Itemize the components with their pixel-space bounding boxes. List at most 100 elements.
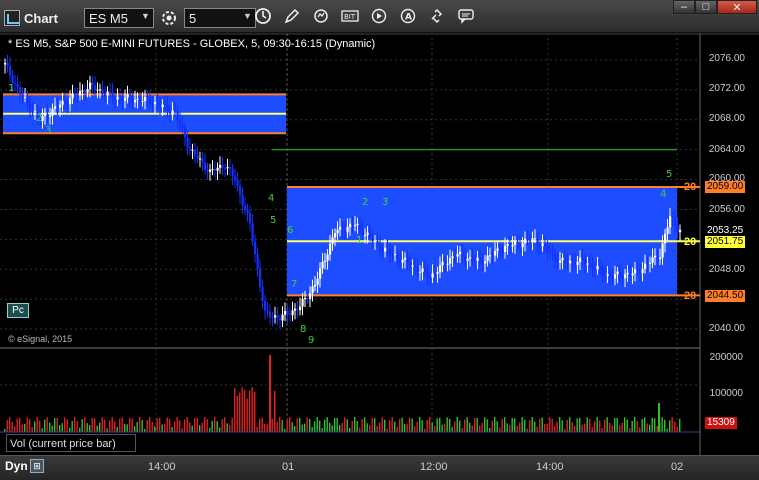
candle-body: [89, 82, 92, 90]
volume-bar: [224, 417, 226, 432]
candle-body: [149, 98, 152, 105]
candle-body: [241, 194, 244, 206]
candle-body: [191, 149, 194, 151]
candle-body: [84, 90, 87, 93]
price-chart-svg[interactable]: 12345678912 345: [0, 33, 759, 455]
candle-body: [209, 169, 212, 172]
candle-body: [371, 236, 374, 242]
volume-bar: [11, 422, 13, 432]
candle-body: [514, 241, 517, 245]
minimize-button[interactable]: –: [673, 0, 695, 14]
chat-icon[interactable]: [455, 5, 477, 27]
volume-bar: [289, 417, 291, 432]
chart-description: * ES M5, S&P 500 E-MINI FUTURES - GLOBEX…: [8, 38, 376, 50]
link-icon[interactable]: [426, 5, 448, 27]
candle-body: [476, 257, 479, 261]
play-icon[interactable]: [368, 5, 390, 27]
candle-body: [294, 308, 297, 311]
volume-bar: [536, 426, 538, 432]
volume-bar: [86, 423, 88, 432]
alert-icon[interactable]: A: [397, 5, 419, 27]
candle-body: [621, 276, 624, 279]
candle-body: [311, 286, 314, 293]
maximize-button[interactable]: □: [695, 0, 717, 14]
candle-body: [536, 238, 539, 246]
refresh-icon[interactable]: [310, 5, 332, 27]
chevron-down-icon[interactable]: ▼: [141, 11, 150, 21]
candle-body: [496, 248, 499, 251]
candle-body: [399, 258, 402, 263]
volume-bar: [651, 417, 653, 432]
candle-body: [524, 238, 527, 244]
volume-bar: [14, 426, 16, 432]
volume-bar: [206, 419, 208, 432]
volume-bar: [299, 417, 301, 432]
candle-body: [436, 272, 439, 274]
candle-body: [189, 147, 192, 151]
candle-body: [19, 86, 22, 95]
symbol-combo[interactable]: ES M5 ▼: [83, 8, 154, 28]
interval-combo[interactable]: 5 ▼: [183, 8, 256, 28]
candle-body: [349, 223, 352, 228]
volume-bar: [244, 389, 246, 432]
volume-bar: [156, 418, 158, 432]
chevron-down-icon[interactable]: ▼: [243, 11, 252, 21]
candle-body: [346, 227, 349, 233]
price-tick: 2040.00: [708, 323, 745, 334]
dynamic-mode-label[interactable]: Dyn: [5, 459, 28, 473]
volume-bar: [139, 417, 141, 432]
volume-bar: [391, 417, 393, 432]
sequence-count-label: 5: [666, 169, 672, 180]
volume-bar: [649, 424, 651, 432]
dynamic-settings-icon[interactable]: ⊞: [30, 459, 44, 473]
volume-bar: [189, 422, 191, 432]
time-tick: 01: [282, 461, 295, 473]
pc-button[interactable]: Pc: [7, 303, 29, 318]
candle-body: [161, 104, 164, 108]
volume-bar: [334, 418, 336, 432]
volume-bar: [116, 426, 118, 432]
volume-bar: [591, 427, 593, 432]
candle-body: [144, 96, 147, 102]
settings-gear-icon[interactable]: [158, 7, 180, 29]
chart-type-icon[interactable]: BIT: [339, 5, 361, 27]
candle-body: [666, 227, 669, 234]
candle-body: [434, 273, 437, 275]
volume-bar: [81, 419, 83, 432]
pencil-icon[interactable]: [281, 5, 303, 27]
candle-body: [216, 167, 219, 171]
volume-bar: [211, 420, 213, 432]
candle-body: [549, 251, 552, 253]
volume-bar: [616, 418, 618, 432]
candle-body: [504, 245, 507, 253]
price-tick: 2068.00: [708, 113, 745, 124]
level-high-text: 20: [684, 181, 697, 193]
interval-value: 5: [188, 10, 197, 26]
candle-body: [651, 257, 654, 263]
volume-bar: [216, 421, 218, 432]
candle-body: [499, 248, 502, 252]
candle-body: [254, 241, 257, 255]
candle-body: [31, 110, 34, 112]
volume-bar: [259, 418, 261, 432]
close-button[interactable]: ✕: [717, 0, 757, 14]
candle-body: [344, 230, 347, 233]
volume-bar: [539, 418, 541, 432]
volume-bar: [319, 420, 321, 432]
candle-body: [296, 308, 299, 311]
candle-body: [11, 75, 14, 83]
volume-bar: [341, 423, 343, 432]
chart-area[interactable]: 12345678912345 * ES M5, S&P 500 E-MINI F…: [0, 33, 759, 455]
volume-bar: [574, 426, 576, 432]
candle-body: [326, 254, 329, 261]
candle-body: [644, 263, 647, 269]
time-tick: 12:00: [420, 461, 448, 473]
volume-bar: [306, 417, 308, 432]
clock-icon[interactable]: [252, 5, 274, 27]
volume-bar: [394, 421, 396, 432]
volume-bar: [36, 417, 38, 432]
level-mid-tag: 2051.75: [705, 236, 746, 248]
volume-bar: [644, 417, 646, 432]
volume-study-label[interactable]: Vol (current price bar): [6, 434, 136, 452]
sequence-count-label: 6: [287, 225, 293, 236]
